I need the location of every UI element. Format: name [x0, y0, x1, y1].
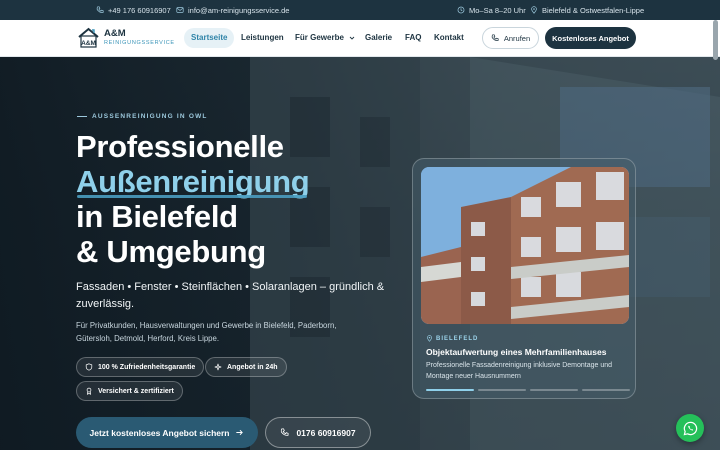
topbar-region-text: Bielefeld & Ostwestfalen-Lippe — [542, 5, 645, 15]
primary-cta-button[interactable]: Jetzt kostenloses Angebot sichern — [76, 417, 258, 448]
nav-startseite[interactable]: Startseite — [184, 28, 235, 48]
logo-tagline: REINIGUNGSSERVICE — [104, 39, 175, 46]
badge-insured: Versichert & zertifiziert — [76, 381, 183, 401]
nav-leistungen[interactable]: Leistungen — [241, 28, 284, 48]
call-button-label: Anrufen — [503, 33, 531, 43]
topbar-email[interactable]: info@am-reinigungsservice.de — [176, 0, 289, 20]
svg-text:A&M: A&M — [81, 40, 96, 47]
hero-title-line-1: Professionelle — [76, 129, 284, 164]
nav-galerie[interactable]: Galerie — [365, 28, 392, 48]
hero-title-underline — [77, 195, 307, 198]
pin-icon — [427, 335, 432, 342]
arrow-right-icon — [236, 429, 244, 436]
project-card[interactable]: BIELEFELD Objektaufwertung eines Mehrfam… — [412, 158, 636, 399]
badge-satisfaction-label: 100 % Zufriedenheitsgarantie — [98, 363, 196, 371]
project-photo — [421, 167, 629, 324]
carousel-dot[interactable] — [582, 389, 630, 391]
phone-icon — [281, 428, 289, 436]
pin-icon — [531, 6, 537, 14]
badge-offer-24h-label: Angebot in 24h — [227, 363, 278, 371]
carousel-dot[interactable] — [478, 389, 526, 391]
phone-icon — [491, 34, 499, 41]
primary-cta-label: Jetzt kostenloses Angebot sichern — [89, 427, 230, 438]
topbar-phone-text: +49 176 60916907 — [108, 5, 171, 15]
project-location: BIELEFELD — [426, 335, 478, 342]
badge-satisfaction: 100 % Zufriedenheitsgarantie — [76, 357, 205, 377]
topbar-email-text: info@am-reinigungsservice.de — [188, 5, 290, 15]
nav-fuer-gewerbe-label: Für Gewerbe — [295, 33, 344, 42]
whatsapp-button[interactable] — [676, 414, 704, 442]
page-scrollbar[interactable] — [713, 20, 718, 60]
topbar-region: Bielefeld & Ostwestfalen-Lippe — [530, 0, 644, 20]
award-icon — [86, 387, 92, 395]
nav-kontakt[interactable]: Kontakt — [434, 28, 464, 48]
badge-offer-24h: Angebot in 24h — [205, 357, 287, 377]
logo[interactable]: A&M A&M REINIGUNGSSERVICE — [77, 27, 175, 48]
project-title: Objektaufwertung eines Mehrfamilienhause… — [426, 347, 607, 357]
project-description: Professionelle Fassadenreinigung inklusi… — [426, 362, 613, 380]
phone-cta-button[interactable]: 0176 60916907 — [265, 417, 371, 448]
phone-icon — [96, 6, 104, 13]
main-navbar: A&M A&M REINIGUNGSSERVICE Startseite Lei… — [0, 20, 720, 57]
logo-house-icon: A&M — [77, 27, 100, 48]
hero-subtext: Für Privatkunden, Hausverwaltungen und G… — [76, 321, 337, 343]
hero-eyebrow-text: AUSSENREINIGUNG IN OWL — [92, 113, 208, 120]
hero-lead: Fassaden • Fenster • Steinflächen • Sola… — [76, 281, 385, 310]
mail-icon — [176, 7, 184, 13]
sparkle-icon — [214, 363, 222, 371]
carousel-dot[interactable] — [426, 389, 474, 391]
hero-title-line-3: in Bielefeld — [76, 199, 238, 234]
hero-eyebrow: AUSSENREINIGUNG IN OWL — [77, 113, 208, 120]
topbar-phone[interactable]: +49 176 60916907 — [96, 0, 171, 20]
hero-title-line-2: Außenreinigung — [76, 164, 310, 199]
call-button[interactable]: Anrufen — [482, 27, 539, 49]
clock-icon — [457, 6, 465, 14]
badge-insured-label: Versichert & zertifiziert — [98, 387, 174, 395]
chevron-down-icon — [349, 36, 355, 40]
shield-icon — [85, 363, 93, 371]
hero-section: AUSSENREINIGUNG IN OWL Professionelle Au… — [0, 57, 720, 450]
nav-faq[interactable]: FAQ — [405, 28, 421, 48]
carousel-dot[interactable] — [530, 389, 578, 391]
project-location-text: BIELEFELD — [436, 335, 479, 342]
carousel-indicators — [426, 389, 630, 391]
top-info-bar: +49 176 60916907 info@am-reinigungsservi… — [0, 0, 720, 20]
whatsapp-icon — [683, 421, 697, 435]
logo-name: A&M — [104, 27, 126, 39]
topbar-hours-text: Mo–Sa 8–20 Uhr — [469, 5, 526, 15]
hero-title-line-4: & Umgebung — [76, 234, 266, 269]
topbar-hours: Mo–Sa 8–20 Uhr — [457, 0, 526, 20]
phone-cta-label: 0176 60916907 — [296, 427, 356, 438]
nav-fuer-gewerbe[interactable]: Für Gewerbe — [295, 28, 355, 48]
free-quote-button[interactable]: Kostenloses Angebot — [545, 27, 636, 49]
